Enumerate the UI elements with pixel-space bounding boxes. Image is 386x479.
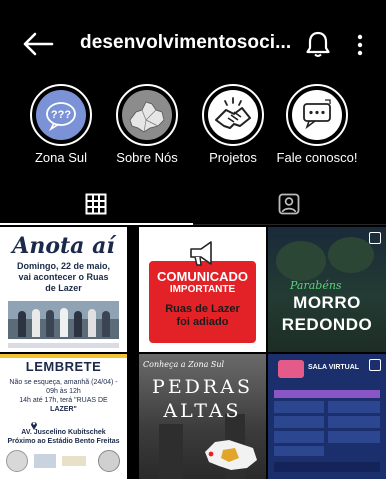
megaphone-icon bbox=[187, 239, 217, 267]
post-line: 09h às 12h bbox=[46, 388, 81, 395]
schedule-table bbox=[274, 390, 380, 456]
post-comunicado[interactable]: COMUNICADO IMPORTANTE Ruas de Lazer foi … bbox=[139, 227, 266, 352]
post-morro-redondo[interactable]: Parabéns MORRO REDONDO bbox=[268, 227, 386, 352]
tab-posts[interactable] bbox=[0, 183, 193, 225]
grid-icon bbox=[85, 193, 107, 215]
post-heading: REDONDO bbox=[281, 315, 373, 334]
profile-username: desenvolvimentosoci... bbox=[80, 32, 292, 53]
posts-grid: Anota aí Domingo, 22 de maio, vai aconte… bbox=[0, 227, 386, 479]
highlight-ring bbox=[202, 84, 264, 146]
highlight-label: Projetos bbox=[209, 150, 257, 165]
post-title: Anota aí bbox=[12, 233, 115, 259]
post-heading: PEDRAS bbox=[152, 376, 253, 398]
highlight-ring bbox=[286, 84, 348, 146]
comunicado-line: Ruas de Lazer bbox=[165, 303, 240, 315]
post-anota-ai[interactable]: Anota aí Domingo, 22 de maio, vai aconte… bbox=[0, 227, 127, 352]
highlight-ring bbox=[116, 84, 178, 146]
back-arrow-icon[interactable] bbox=[20, 30, 54, 58]
highlight-label: Sobre Nós bbox=[116, 150, 178, 165]
post-text: Domingo, 22 de maio, vai acontecer o Rua… bbox=[0, 261, 127, 294]
profile-header: desenvolvimentosoci... bbox=[0, 0, 386, 86]
active-tab-indicator bbox=[0, 223, 193, 225]
comunicado-line: foi adiado bbox=[176, 316, 229, 328]
post-pedras-altas[interactable]: Conheça a Zona Sul PEDRAS ALTAS bbox=[139, 354, 266, 479]
svg-text:???: ??? bbox=[51, 109, 71, 121]
post-title: LEMBRETE bbox=[25, 359, 102, 374]
chat-bubble-icon bbox=[292, 90, 342, 140]
post-line: Não se esqueça, amanhã (24/04) - bbox=[9, 379, 118, 386]
highlight-label: Zona Sul bbox=[34, 150, 88, 165]
tab-divider bbox=[193, 224, 386, 225]
script-text: Parabéns bbox=[290, 279, 342, 292]
post-address: AV. Juscelino Kubitschek Próximo ao Está… bbox=[0, 428, 127, 446]
location-pin-icon bbox=[30, 417, 38, 430]
handshake-icon bbox=[208, 90, 258, 140]
post-line: AV. Juscelino Kubitschek bbox=[21, 429, 106, 436]
post-text: Não se esqueça, amanhã (24/04) - 09h às … bbox=[0, 378, 127, 414]
post-line: vai acontecer o Ruas bbox=[18, 272, 109, 282]
highlight-label: Fale conosco! bbox=[276, 150, 358, 165]
tree-silhouette bbox=[276, 241, 326, 281]
post-line: 14h até 17h, terá "RUAS DE bbox=[19, 397, 108, 404]
more-options-icon[interactable] bbox=[354, 31, 366, 59]
post-line: Domingo, 22 de maio, bbox=[16, 261, 110, 271]
castle-tower bbox=[159, 424, 183, 479]
post-line: de Lazer bbox=[45, 283, 82, 293]
virtual-room-illustration bbox=[278, 360, 304, 378]
post-lembrete[interactable]: LEMBRETE Não se esqueça, amanhã (24/04) … bbox=[0, 354, 127, 479]
group-photo bbox=[8, 301, 119, 339]
multiple-images-icon bbox=[369, 232, 381, 244]
region-map-icon bbox=[201, 434, 261, 474]
comunicado-subheading: IMPORTANTE bbox=[169, 284, 236, 295]
post-line: Próximo ao Estádio Bento Freitas bbox=[7, 438, 120, 445]
yellow-top-bar bbox=[0, 354, 127, 358]
highlight-ring: ??? bbox=[30, 84, 92, 146]
comunicado-heading: COMUNICADO bbox=[157, 269, 248, 284]
post-footer-logos bbox=[8, 343, 119, 348]
post-heading: ALTAS bbox=[163, 400, 242, 422]
footer-logos bbox=[274, 462, 380, 472]
story-highlights: ??? Zona Sul Sobre Nós Projetos Fale con… bbox=[0, 84, 386, 174]
seal-logo bbox=[6, 450, 28, 472]
post-heading: MORRO bbox=[293, 293, 361, 312]
post-line: LAZER" bbox=[50, 406, 77, 413]
tab-tagged[interactable] bbox=[193, 183, 386, 225]
seal-logo bbox=[98, 450, 120, 472]
notification-bell-icon[interactable] bbox=[305, 30, 331, 58]
comunicado-body: Ruas de Lazer foi adiado bbox=[149, 303, 256, 329]
map-icon bbox=[122, 90, 172, 140]
partner-logo bbox=[34, 454, 56, 468]
profile-tabs bbox=[0, 183, 386, 225]
post-sala-virtual[interactable]: SALA VIRTUAL bbox=[268, 354, 386, 479]
tagged-person-icon bbox=[278, 193, 300, 215]
multiple-images-icon bbox=[369, 359, 381, 371]
tree-silhouette bbox=[328, 237, 374, 273]
partner-logo bbox=[62, 456, 86, 466]
question-bubbles-icon: ??? bbox=[36, 90, 86, 140]
post-caption: Conheça a Zona Sul bbox=[143, 360, 225, 369]
